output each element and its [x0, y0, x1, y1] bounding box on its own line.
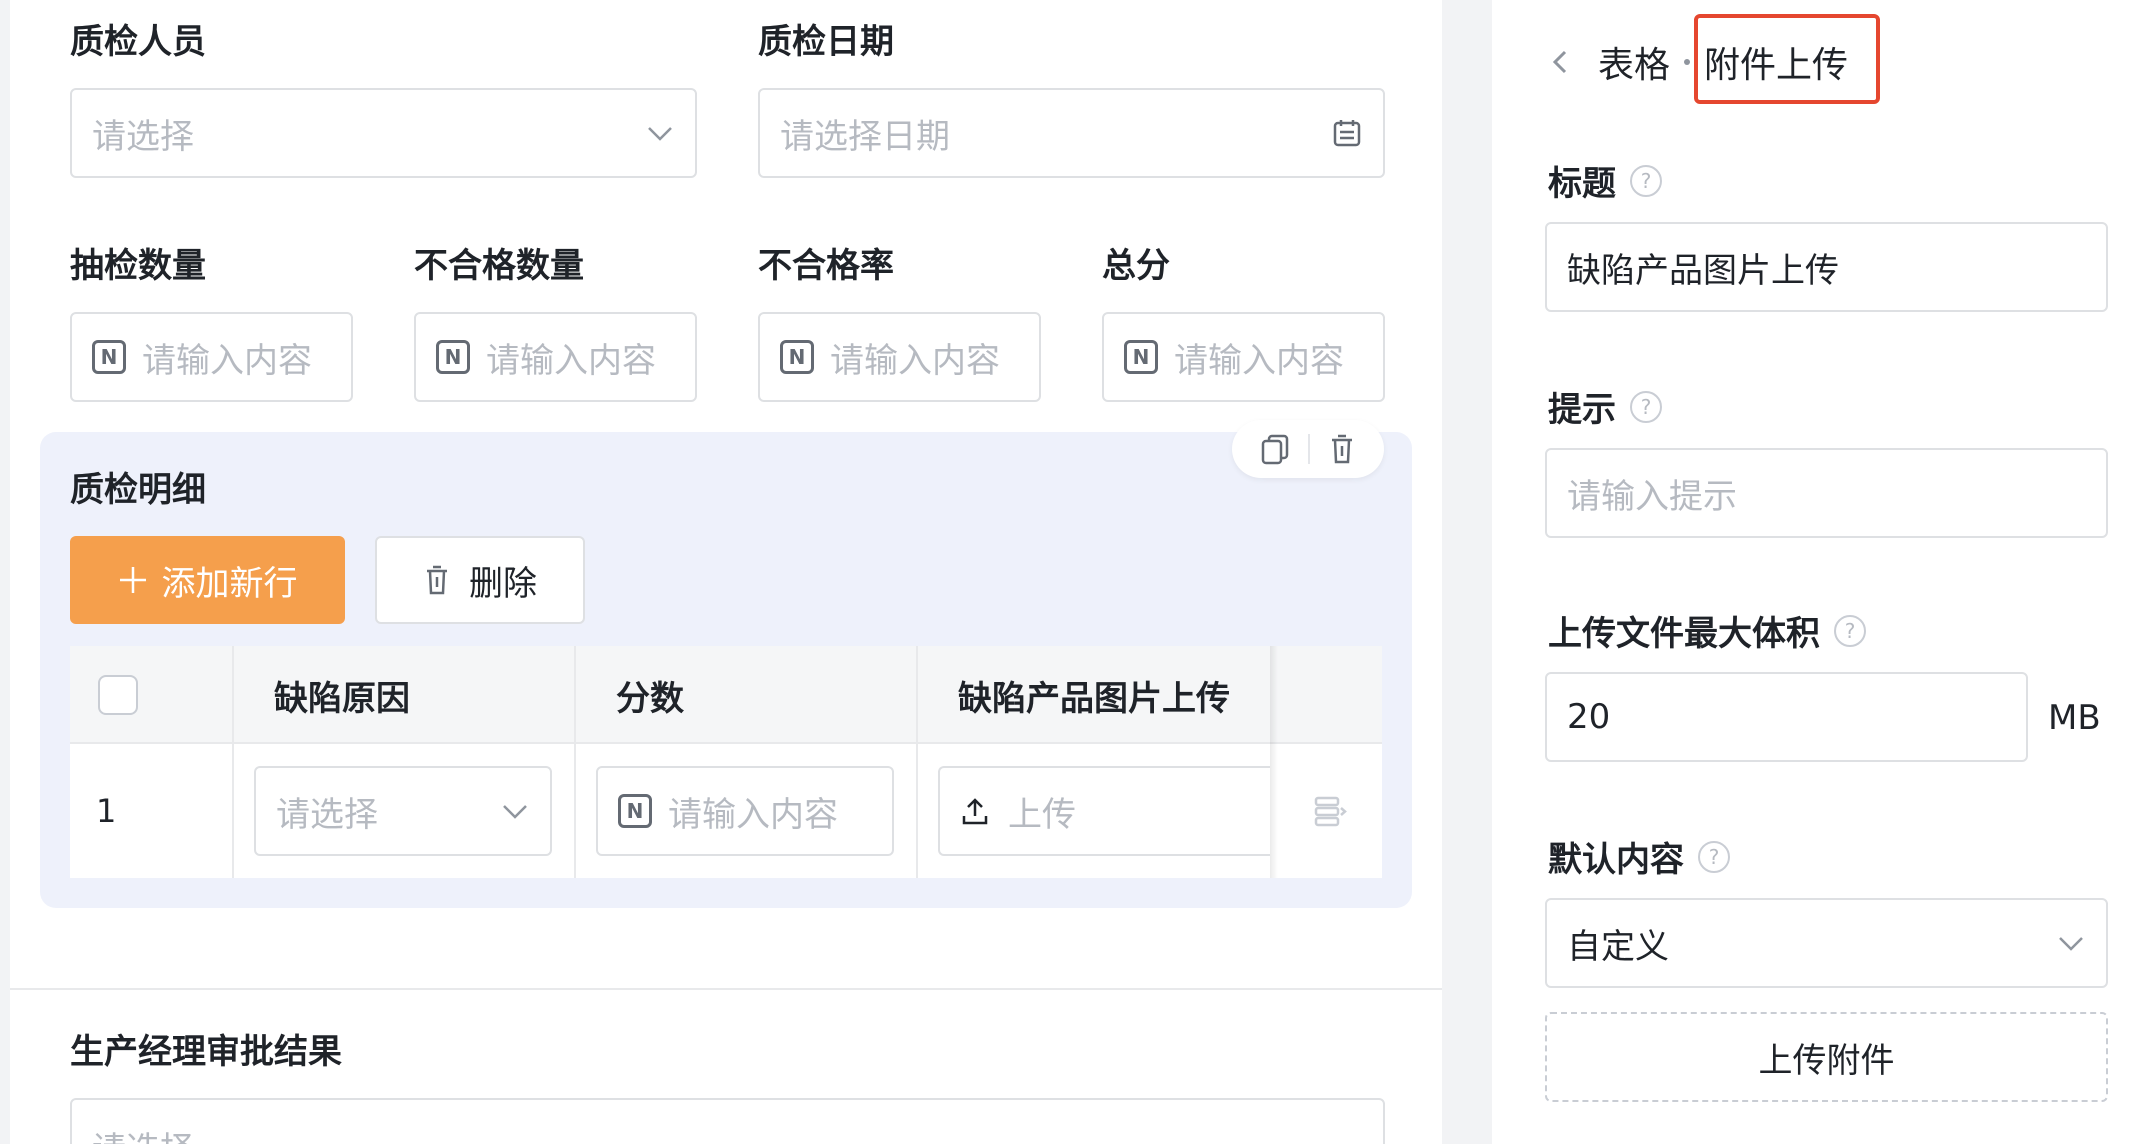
- inspector-placeholder: 请选择: [92, 116, 194, 157]
- column-header-score: 分数: [576, 646, 918, 744]
- inspector-label: 质检人员: [70, 22, 206, 62]
- sample-qty-label: 抽检数量: [70, 246, 206, 286]
- table-row: 上传: [918, 744, 1270, 878]
- breadcrumb-separator: [1684, 59, 1691, 65]
- inspection-date-placeholder: 请选择日期: [780, 116, 950, 157]
- title-input-value: 缺陷产品图片上传: [1567, 250, 1839, 291]
- max-size-unit: MB: [2048, 698, 2101, 738]
- defect-rate-input[interactable]: N 请输入内容: [758, 312, 1041, 402]
- trash-icon[interactable]: [1327, 432, 1357, 466]
- chevron-down-icon: [503, 805, 527, 819]
- reason-select[interactable]: 请选择: [254, 766, 552, 856]
- defect-rate-label: 不合格率: [758, 246, 894, 286]
- title-field-label: 标题 ?: [1548, 156, 1662, 205]
- inspection-date-label: 质检日期: [758, 22, 894, 62]
- row-index: 1: [70, 744, 234, 878]
- toolbar-divider: [1307, 434, 1310, 464]
- defect-qty-label: 不合格数量: [414, 246, 584, 286]
- title-field-label-text: 标题: [1548, 164, 1616, 204]
- chevron-down-icon: [2059, 937, 2083, 951]
- sample-qty-placeholder: 请输入内容: [142, 340, 312, 381]
- detail-table: 缺陷原因 分数 缺陷产品图片上传 1 请选择 N 请输入内容 上传: [70, 646, 1382, 878]
- plus-icon: [119, 567, 146, 593]
- defect-qty-input[interactable]: N 请输入内容: [414, 312, 697, 402]
- table-row: 请选择: [234, 744, 576, 878]
- trash-icon: [427, 565, 447, 595]
- column-header-image-upload: 缺陷产品图片上传: [958, 678, 1230, 719]
- number-icon: N: [780, 340, 814, 374]
- approval-label: 生产经理审批结果: [70, 1032, 342, 1072]
- delete-rows-button[interactable]: 删除: [375, 536, 585, 624]
- default-content-label: 默认内容 ?: [1548, 832, 1730, 881]
- max-size-label-text: 上传文件最大体积: [1548, 614, 1820, 654]
- delete-label: 删除: [469, 563, 537, 604]
- default-content-label-text: 默认内容: [1548, 840, 1684, 880]
- hint-field-label-text: 提示: [1548, 390, 1616, 430]
- image-upload-button[interactable]: 上传: [938, 766, 1270, 856]
- select-all-checkbox[interactable]: [98, 675, 138, 715]
- number-icon: N: [1124, 340, 1158, 374]
- subtable-toolbar: [1232, 420, 1384, 478]
- add-row-button[interactable]: 添加新行: [70, 536, 345, 624]
- max-size-input[interactable]: 20: [1545, 672, 2028, 762]
- max-size-label: 上传文件最大体积 ?: [1548, 606, 1866, 655]
- reason-placeholder: 请选择: [276, 794, 378, 835]
- total-score-placeholder: 请输入内容: [1174, 340, 1344, 381]
- upload-icon: [962, 798, 988, 825]
- help-icon[interactable]: ?: [1698, 840, 1730, 873]
- total-score-label: 总分: [1102, 246, 1170, 286]
- inspection-date-picker[interactable]: 请选择日期: [758, 88, 1385, 178]
- detail-title: 质检明细: [70, 470, 206, 510]
- upload-attachment-label: 上传附件: [1758, 1040, 1895, 1081]
- sticky-column-shadow: [1270, 646, 1278, 878]
- help-icon[interactable]: ?: [1630, 390, 1662, 423]
- chevron-down-icon: [648, 127, 672, 141]
- add-row-label: 添加新行: [161, 563, 298, 604]
- score-input[interactable]: N 请输入内容: [596, 766, 894, 856]
- upload-attachment-button[interactable]: 上传附件: [1545, 1012, 2108, 1102]
- upload-label: 上传: [1008, 794, 1076, 835]
- hint-input[interactable]: 请输入提示: [1545, 448, 2108, 538]
- row-actions-cell: [1278, 744, 1382, 878]
- defect-qty-placeholder: 请输入内容: [486, 340, 656, 381]
- defect-rate-placeholder: 请输入内容: [830, 340, 1000, 381]
- number-icon: N: [618, 794, 652, 828]
- number-icon: N: [92, 340, 126, 374]
- default-content-select[interactable]: 自定义: [1545, 898, 2108, 988]
- breadcrumb-parent[interactable]: 表格: [1598, 36, 1670, 88]
- hint-input-placeholder: 请输入提示: [1567, 476, 1737, 517]
- default-content-value: 自定义: [1567, 926, 1669, 967]
- max-size-value: 20: [1567, 697, 1611, 737]
- approval-placeholder: 请选择: [92, 1122, 1333, 1144]
- approval-select[interactable]: 请选择: [70, 1098, 1385, 1144]
- column-header-reason: 缺陷原因: [234, 646, 576, 744]
- copy-icon[interactable]: [1259, 432, 1291, 466]
- inspector-select[interactable]: 请选择: [70, 88, 697, 178]
- number-icon: N: [436, 340, 470, 374]
- sample-qty-input[interactable]: N 请输入内容: [70, 312, 353, 402]
- table-row: N 请输入内容: [576, 744, 918, 878]
- hint-field-label: 提示 ?: [1548, 382, 1662, 431]
- row-detail-icon[interactable]: [1313, 794, 1347, 828]
- help-icon[interactable]: ?: [1834, 614, 1866, 647]
- score-placeholder: 请输入内容: [668, 794, 838, 835]
- calendar-icon: [1333, 120, 1361, 147]
- title-input[interactable]: 缺陷产品图片上传: [1545, 222, 2108, 312]
- help-icon[interactable]: ?: [1630, 164, 1662, 197]
- select-all-cell: [70, 646, 234, 744]
- back-chevron-icon[interactable]: [1548, 47, 1572, 77]
- section-divider: [10, 988, 1442, 990]
- highlight-box: [1694, 14, 1880, 104]
- total-score-input[interactable]: N 请输入内容: [1102, 312, 1385, 402]
